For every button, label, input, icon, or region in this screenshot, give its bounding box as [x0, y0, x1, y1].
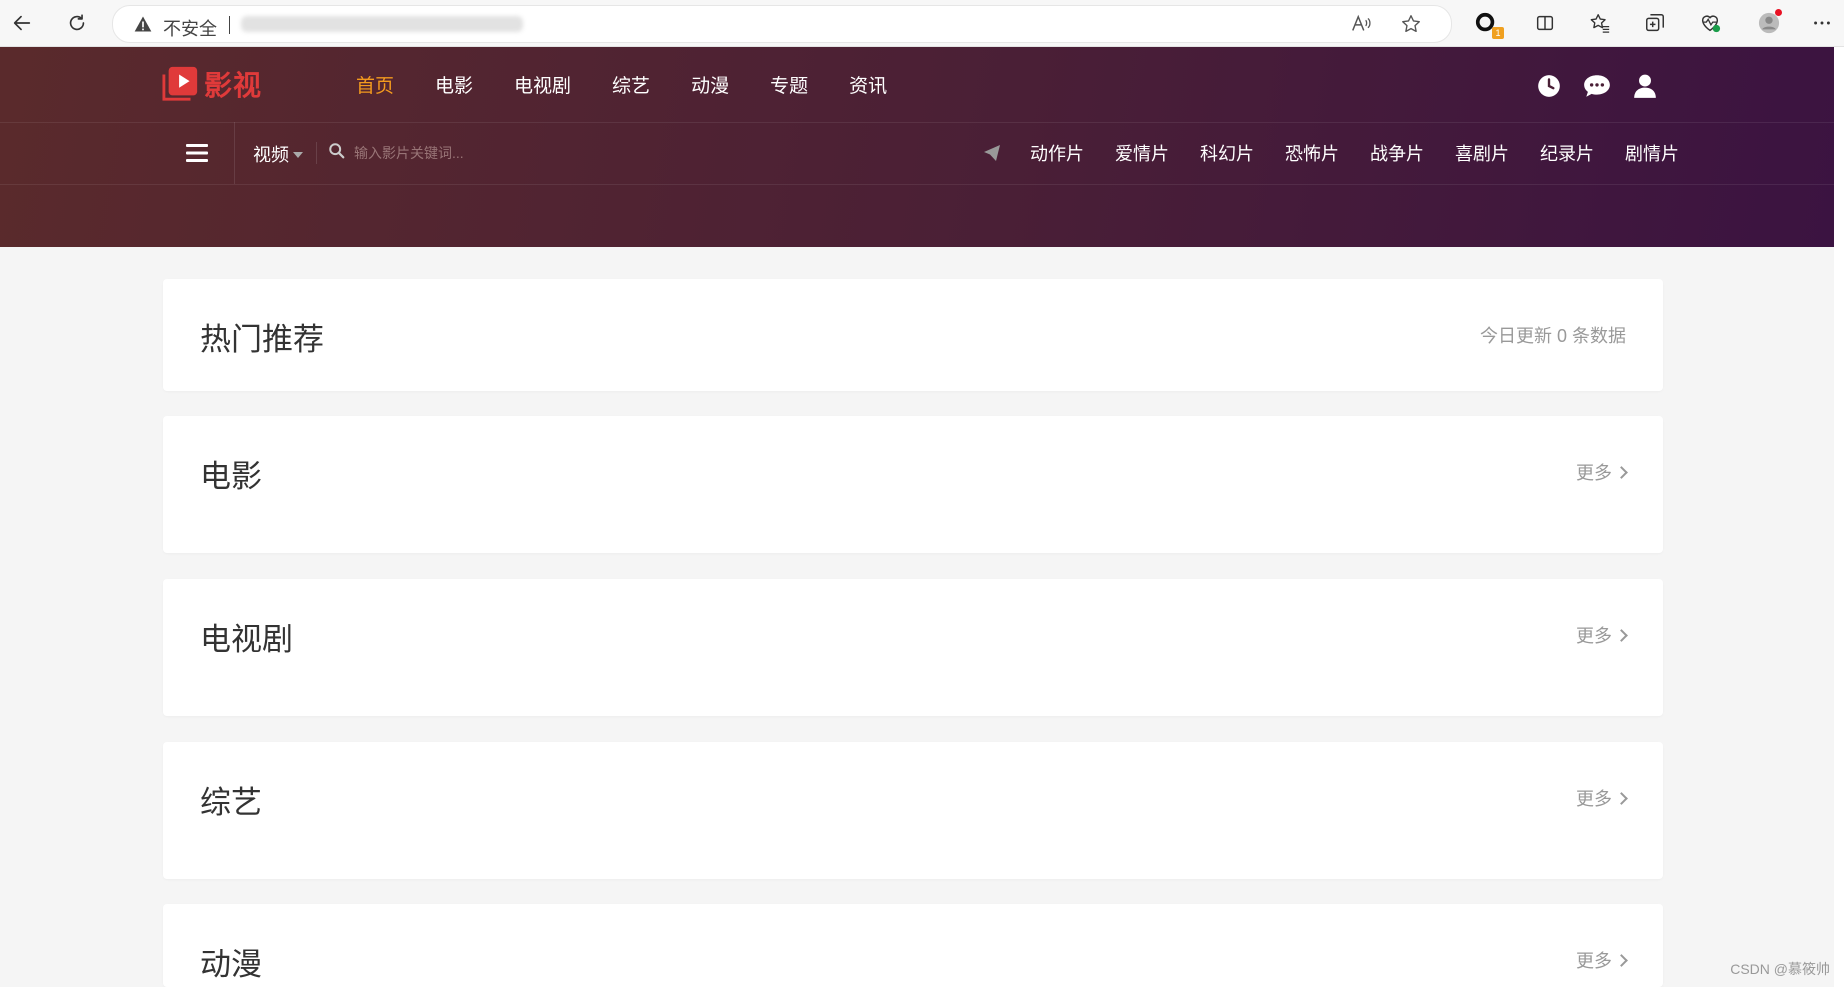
history-clock-icon[interactable]	[1534, 71, 1564, 101]
section-title: 电影	[200, 459, 262, 494]
address-bar[interactable]: 不安全	[112, 5, 1452, 43]
play-logo-icon	[162, 66, 198, 101]
search-icon[interactable]	[328, 142, 346, 160]
user-icon[interactable]	[1630, 71, 1660, 101]
send-paper-plane-icon[interactable]	[982, 143, 1002, 163]
message-chat-icon[interactable]	[1582, 71, 1612, 101]
insecure-label: 不安全	[163, 19, 217, 39]
genre-drama[interactable]: 剧情片	[1625, 140, 1679, 166]
section-hot-recommend: 热门推荐 今日更新 0 条数据	[163, 279, 1663, 391]
more-link[interactable]: 更多	[1576, 947, 1628, 973]
extension-badge: 1	[1492, 27, 1504, 39]
more-label: 更多	[1576, 951, 1612, 971]
genre-comedy[interactable]: 喜剧片	[1455, 140, 1509, 166]
nav-movies[interactable]: 电影	[435, 71, 473, 98]
genre-scifi[interactable]: 科幻片	[1200, 140, 1254, 166]
caret-down-icon	[293, 152, 303, 158]
nav-anime[interactable]: 动漫	[691, 71, 729, 98]
extension-icon[interactable]: 1	[1471, 8, 1504, 39]
more-link[interactable]: 更多	[1576, 785, 1628, 811]
section-movies: 电影 更多	[163, 416, 1663, 553]
main-nav: 影视 首页 电影 电视剧 综艺 动漫 专题 资讯	[0, 47, 1834, 123]
more-label: 更多	[1576, 789, 1612, 809]
genre-action[interactable]: 动作片	[1030, 140, 1084, 166]
section-anime: 动漫 更多	[163, 904, 1663, 987]
favorite-star-icon[interactable]	[1400, 13, 1422, 35]
site-header: 影视 首页 电影 电视剧 综艺 动漫 专题 资讯 视频 输入影片关键词... 动…	[0, 47, 1834, 247]
section-tv-series: 电视剧 更多	[163, 579, 1663, 716]
more-link[interactable]: 更多	[1576, 622, 1628, 648]
search-type-label: 视频	[253, 145, 289, 165]
address-separator	[229, 16, 230, 34]
chevron-right-icon	[1615, 792, 1628, 805]
section-variety: 综艺 更多	[163, 742, 1663, 879]
genre-documentary[interactable]: 纪录片	[1540, 140, 1594, 166]
back-icon[interactable]	[7, 8, 37, 38]
more-options-icon[interactable]	[1807, 8, 1837, 38]
read-aloud-icon[interactable]	[1350, 13, 1372, 35]
nav-variety[interactable]: 综艺	[612, 71, 650, 98]
nav-news[interactable]: 资讯	[849, 71, 887, 98]
warning-icon	[134, 16, 152, 32]
more-link[interactable]: 更多	[1576, 459, 1628, 485]
sub-nav-divider	[234, 122, 235, 184]
profile-avatar-icon[interactable]	[1754, 8, 1784, 38]
header-tools	[1534, 71, 1678, 101]
search-input[interactable]	[352, 138, 656, 168]
logo-text: 影视	[204, 70, 263, 101]
section-title: 动漫	[200, 947, 262, 982]
section-title: 电视剧	[200, 622, 293, 657]
genre-romance[interactable]: 爱情片	[1115, 140, 1169, 166]
nav-topics[interactable]: 专题	[770, 71, 808, 98]
split-screen-icon[interactable]	[1530, 8, 1560, 38]
sub-nav: 视频 动作片 爱情片 科幻片 恐怖片 战争片 喜剧片 纪录片 剧情片	[0, 122, 1834, 185]
browser-toolbar: 不安全 1	[0, 0, 1844, 47]
update-count-text: 今日更新 0 条数据	[1479, 326, 1626, 346]
chevron-right-icon	[1615, 954, 1628, 967]
browser-essentials-icon[interactable]	[1695, 8, 1725, 38]
notification-dot	[1775, 9, 1782, 16]
section-title: 热门推荐	[200, 322, 324, 357]
collections-icon[interactable]	[1640, 8, 1670, 38]
more-label: 更多	[1576, 626, 1612, 646]
refresh-icon[interactable]	[62, 8, 92, 38]
more-label: 更多	[1576, 463, 1612, 483]
nav-tv-series[interactable]: 电视剧	[514, 71, 571, 98]
window-edge	[1834, 47, 1844, 987]
chevron-right-icon	[1615, 466, 1628, 479]
menu-hamburger-icon[interactable]	[184, 140, 210, 166]
watermark-text: CSDN @慕筱帅	[1730, 961, 1830, 977]
nav-home[interactable]: 首页	[356, 71, 394, 98]
genre-horror[interactable]: 恐怖片	[1285, 140, 1339, 166]
blurred-url	[241, 16, 523, 32]
site-logo[interactable]: 影视	[162, 64, 262, 104]
section-title: 综艺	[200, 785, 262, 820]
chevron-right-icon	[1615, 629, 1628, 642]
search-divider	[316, 142, 317, 164]
genre-links: 动作片 爱情片 科幻片 恐怖片 战争片 喜剧片 纪录片 剧情片	[1030, 122, 1679, 184]
favorites-icon[interactable]	[1585, 8, 1615, 38]
search-type-dropdown[interactable]: 视频	[253, 141, 303, 167]
genre-war[interactable]: 战争片	[1370, 140, 1424, 166]
nav-links: 首页 电影 电视剧 综艺 动漫 专题 资讯	[356, 47, 928, 122]
